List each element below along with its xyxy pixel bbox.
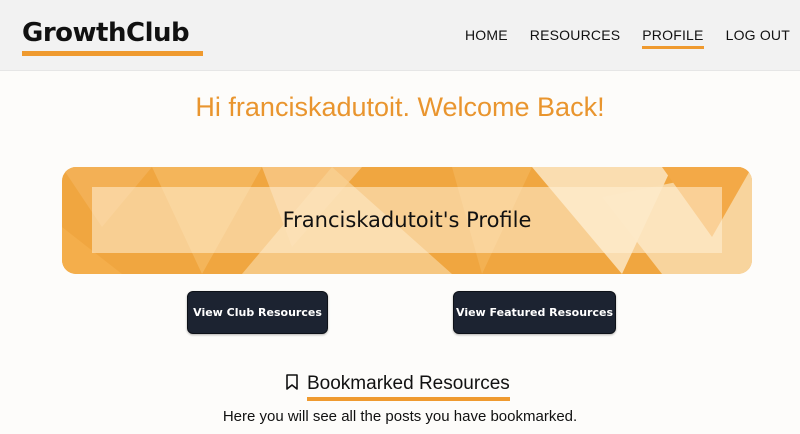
nav-profile[interactable]: PROFILE — [642, 27, 704, 49]
profile-title: Franciskadutoit's Profile — [282, 208, 532, 232]
view-featured-resources-button[interactable]: View Featured Resources — [453, 291, 616, 334]
bookmarks-heading: Bookmarked Resources — [285, 373, 510, 401]
bookmarks-title: Bookmarked Resources — [307, 373, 510, 401]
bookmark-icon — [285, 373, 299, 395]
logo-underline — [22, 51, 203, 56]
banner-inner-panel: Franciskadutoit's Profile — [92, 187, 722, 253]
site-header: GrowthClub HOME RESOURCES PROFILE LOG OU… — [0, 0, 800, 71]
bookmarks-description: Here you will see all the posts you have… — [222, 408, 578, 425]
welcome-message: Hi franciskadutoit. Welcome Back! — [195, 92, 605, 122]
main-nav: HOME RESOURCES PROFILE LOG OUT — [465, 27, 790, 49]
nav-home[interactable]: HOME — [465, 27, 508, 43]
logo[interactable]: GrowthClub — [22, 18, 190, 48]
nav-logout[interactable]: LOG OUT — [726, 27, 790, 43]
profile-banner: Franciskadutoit's Profile — [62, 167, 752, 274]
view-club-resources-button[interactable]: View Club Resources — [187, 291, 328, 334]
nav-resources[interactable]: RESOURCES — [530, 27, 620, 43]
